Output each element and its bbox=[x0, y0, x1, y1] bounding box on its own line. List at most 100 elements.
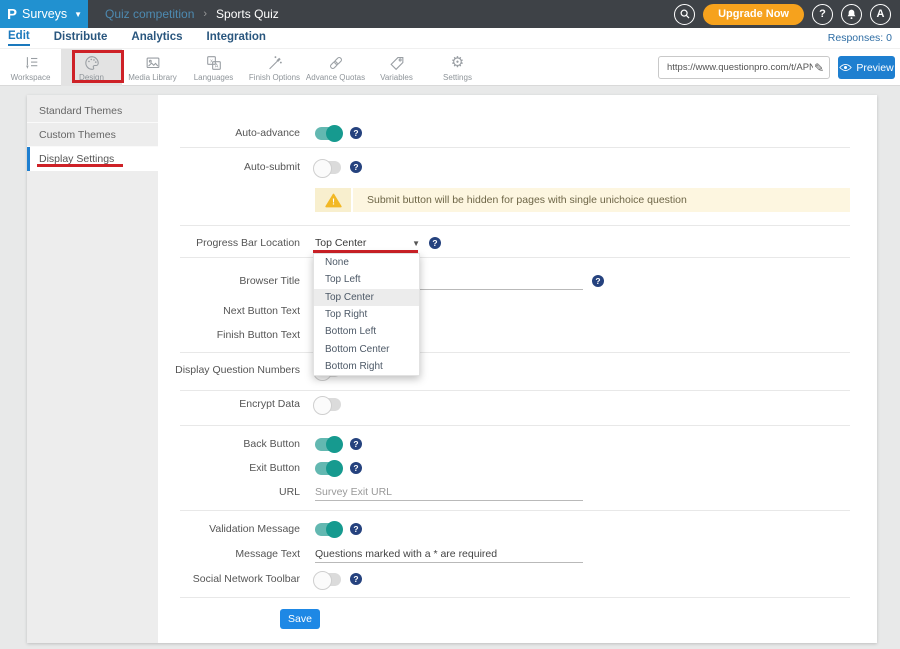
toolbar-item-label: Media Library bbox=[128, 73, 176, 82]
finish-button-text-row: Finish Button Text bbox=[158, 323, 877, 347]
search-icon bbox=[678, 7, 692, 21]
surveys-menu[interactable]: P Surveys ▼ bbox=[0, 0, 88, 28]
toolbar-item-workspace[interactable]: Workspace bbox=[0, 49, 61, 86]
responses-count[interactable]: Responses: 0 bbox=[828, 32, 892, 44]
social-network-toolbar-toggle[interactable] bbox=[315, 573, 341, 586]
help-icon[interactable]: ? bbox=[429, 237, 441, 249]
eye-icon bbox=[839, 63, 852, 72]
toolbar-item-media-library[interactable]: Media Library bbox=[122, 49, 183, 86]
exit-button-row: Exit Button ? bbox=[158, 456, 877, 480]
option-bottom-right[interactable]: Bottom Right bbox=[314, 358, 419, 375]
browser-title-label: Browser Title bbox=[158, 275, 300, 287]
avatar[interactable]: A bbox=[870, 4, 891, 25]
image-icon bbox=[144, 54, 162, 72]
help-icon[interactable]: ? bbox=[350, 161, 362, 173]
bell-icon bbox=[845, 8, 858, 21]
option-none[interactable]: None bbox=[314, 254, 419, 271]
exit-url-input[interactable] bbox=[315, 484, 583, 501]
divider bbox=[180, 597, 850, 598]
toolbar-item-languages[interactable]: x A Languages bbox=[183, 49, 244, 86]
preview-button[interactable]: Preview bbox=[838, 56, 895, 79]
exit-button-toggle[interactable] bbox=[315, 462, 341, 475]
next-button-text-label: Next Button Text bbox=[158, 305, 300, 317]
toolbar-item-variables[interactable]: Variables bbox=[366, 49, 427, 86]
upgrade-now-button[interactable]: Upgrade Now bbox=[703, 4, 804, 25]
social-network-toolbar-row: Social Network Toolbar ? bbox=[158, 567, 877, 591]
validation-message-toggle[interactable] bbox=[315, 523, 341, 536]
social-network-toolbar-label: Social Network Toolbar bbox=[158, 573, 300, 585]
message-text-input[interactable] bbox=[315, 546, 583, 563]
exit-button-label: Exit Button bbox=[158, 462, 300, 474]
toolbar-item-label: Advance Quotas bbox=[306, 73, 365, 82]
help-icon[interactable]: ? bbox=[592, 275, 604, 287]
toolbar-item-finish-options[interactable]: Finish Options bbox=[244, 49, 305, 86]
chevron-down-icon: ▼ bbox=[412, 239, 420, 248]
breadcrumb-current: Sports Quiz bbox=[216, 7, 279, 21]
warning-text: Submit button will be hidden for pages w… bbox=[353, 188, 687, 212]
validation-message-label: Validation Message bbox=[158, 523, 300, 535]
validation-message-row: Validation Message ? bbox=[158, 517, 877, 541]
help-button[interactable]: ? bbox=[812, 4, 833, 25]
toolbar-item-label: Settings bbox=[443, 73, 472, 82]
tab-integration[interactable]: Integration bbox=[207, 31, 266, 45]
divider bbox=[180, 510, 850, 511]
design-settings-card: Standard Themes Custom Themes Display Se… bbox=[27, 95, 877, 643]
toolbar-item-label: Workspace bbox=[11, 73, 51, 82]
progress-bar-location-dropdown: None Top Left Top Center Top Right Botto… bbox=[313, 253, 420, 376]
tab-analytics[interactable]: Analytics bbox=[131, 31, 182, 45]
help-icon[interactable]: ? bbox=[350, 573, 362, 585]
next-button-text-row: Next Button Text bbox=[158, 299, 877, 323]
notifications-button[interactable] bbox=[841, 4, 862, 25]
sidebar-item-custom-themes[interactable]: Custom Themes bbox=[27, 123, 158, 147]
auto-advance-toggle[interactable] bbox=[315, 127, 341, 140]
toolbar-item-label: Finish Options bbox=[249, 73, 300, 82]
tab-distribute[interactable]: Distribute bbox=[54, 31, 108, 45]
back-button-label: Back Button bbox=[158, 438, 300, 450]
exit-url-label: URL bbox=[158, 486, 300, 498]
option-top-left[interactable]: Top Left bbox=[314, 271, 419, 288]
survey-url-box[interactable]: https://www.questionpro.com/t/APNrFZ ✎ bbox=[658, 56, 830, 79]
toolbar-item-label: Languages bbox=[194, 73, 234, 82]
help-icon[interactable]: ? bbox=[350, 523, 362, 535]
back-button-toggle[interactable] bbox=[315, 438, 341, 451]
toolbar-item-settings[interactable]: ⚙ Settings bbox=[427, 49, 488, 86]
submit-warning-banner: ! Submit button will be hidden for pages… bbox=[315, 188, 850, 212]
encrypt-data-toggle[interactable] bbox=[315, 398, 341, 411]
gear-icon: ⚙ bbox=[451, 54, 464, 72]
svg-text:!: ! bbox=[332, 196, 335, 206]
edit-url-icon[interactable]: ✎ bbox=[814, 61, 824, 75]
progress-bar-location-select[interactable]: Top Center ▼ bbox=[315, 237, 420, 249]
sidebar-item-standard-themes[interactable]: Standard Themes bbox=[27, 99, 158, 123]
link-icon bbox=[327, 54, 345, 72]
option-top-center[interactable]: Top Center bbox=[314, 289, 419, 306]
search-button[interactable] bbox=[674, 4, 695, 25]
option-bottom-center[interactable]: Bottom Center bbox=[314, 340, 419, 357]
auto-submit-row: Auto-submit ? bbox=[158, 155, 877, 179]
progress-bar-location-label: Progress Bar Location bbox=[158, 237, 300, 249]
finish-button-text-label: Finish Button Text bbox=[158, 329, 300, 341]
message-text-row: Message Text bbox=[158, 542, 877, 566]
encrypt-data-row: Encrypt Data bbox=[158, 392, 877, 416]
option-bottom-left[interactable]: Bottom Left bbox=[314, 323, 419, 340]
tab-edit[interactable]: Edit bbox=[8, 30, 30, 46]
auto-submit-label: Auto-submit bbox=[158, 161, 300, 173]
selected-value: Top Center bbox=[315, 237, 366, 249]
breadcrumb-folder[interactable]: Quiz competition bbox=[105, 7, 194, 21]
help-icon[interactable]: ? bbox=[350, 438, 362, 450]
divider bbox=[180, 147, 850, 148]
option-top-right[interactable]: Top Right bbox=[314, 306, 419, 323]
survey-nav: Edit Distribute Analytics Integration Re… bbox=[0, 28, 900, 48]
help-icon[interactable]: ? bbox=[350, 462, 362, 474]
sidebar-item-display-settings[interactable]: Display Settings bbox=[27, 147, 158, 171]
auto-submit-toggle[interactable] bbox=[315, 161, 341, 174]
product-name: Surveys bbox=[22, 7, 67, 21]
topbar: P Surveys ▼ Quiz competition › Sports Qu… bbox=[0, 0, 900, 28]
chevron-down-icon: ▼ bbox=[74, 10, 82, 19]
design-palette-icon bbox=[83, 54, 101, 72]
toolbar-item-design[interactable]: Design bbox=[61, 49, 122, 86]
toolbar-item-label: Design bbox=[79, 73, 104, 82]
toolbar-item-advance-quotas[interactable]: Advance Quotas bbox=[305, 49, 366, 86]
save-button[interactable]: Save bbox=[280, 609, 320, 629]
encrypt-data-label: Encrypt Data bbox=[158, 398, 300, 410]
help-icon[interactable]: ? bbox=[350, 127, 362, 139]
